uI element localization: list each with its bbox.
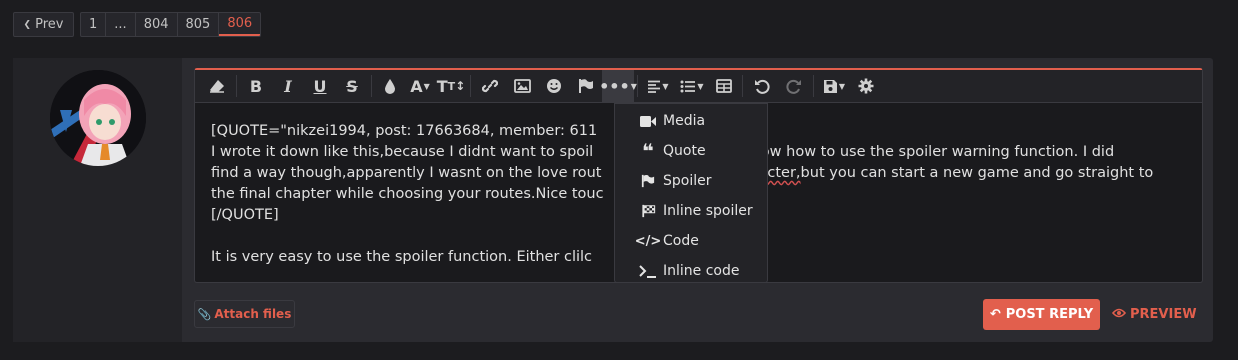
page-link-current[interactable]: 806	[219, 13, 261, 36]
font-family-icon[interactable]: A ▼	[405, 70, 435, 103]
page-numbers: 1 ... 804 805 806	[80, 12, 262, 37]
more-icon[interactable]: ••• ▼	[599, 69, 637, 103]
page-ellipsis[interactable]: ...	[106, 13, 136, 36]
toolbar-divider	[236, 75, 237, 97]
menu-item-inline-code[interactable]: Inline code	[615, 256, 767, 286]
video-icon	[639, 115, 657, 127]
link-icon[interactable]	[474, 70, 506, 103]
menu-item-inline-spoiler[interactable]: Inline spoiler	[615, 196, 767, 226]
code-icon: </>	[634, 233, 662, 249]
attach-files-button[interactable]: 📎 Attach files	[194, 300, 295, 328]
menu-item-spoiler[interactable]: Spoiler	[615, 166, 767, 196]
menu-item-media[interactable]: Media	[615, 106, 767, 136]
toolbar-divider	[371, 75, 372, 97]
italic-icon[interactable]: I	[272, 70, 304, 103]
toolbar-divider	[470, 75, 471, 97]
chevron-left-icon: ❮	[23, 19, 32, 30]
eye-icon	[1111, 307, 1127, 322]
settings-icon[interactable]	[851, 70, 881, 103]
menu-item-quote[interactable]: ❝ Quote	[615, 136, 767, 166]
checkered-flag-icon	[639, 204, 657, 218]
attach-label: Attach files	[214, 307, 292, 321]
table-icon[interactable]	[709, 70, 739, 103]
quote-icon: ❝	[642, 139, 654, 163]
preview-label: PREVIEW	[1130, 307, 1197, 322]
flag-icon[interactable]	[570, 70, 602, 103]
preview-button[interactable]: PREVIEW	[1111, 299, 1197, 330]
avatar[interactable]	[50, 70, 146, 166]
reply-icon: ↶	[989, 307, 1001, 322]
redo-icon[interactable]	[778, 70, 810, 103]
editor-toolbar: B I U S A ▼ T T ↕ ••• ▼ ▼ ▼ ▼	[195, 69, 1202, 103]
page-link-805[interactable]: 805	[178, 13, 220, 36]
menu-item-code[interactable]: </> Code	[615, 226, 767, 256]
bold-icon[interactable]: B	[240, 70, 272, 103]
color-icon[interactable]	[375, 70, 405, 103]
save-icon[interactable]: ▼	[817, 70, 851, 103]
underline-icon[interactable]: U	[304, 70, 336, 103]
post-reply-label: POST REPLY	[1005, 307, 1094, 322]
undo-icon[interactable]	[746, 70, 778, 103]
flag-icon	[639, 174, 657, 188]
toolbar-divider	[742, 75, 743, 97]
paperclip-icon: 📎	[197, 307, 212, 321]
list-icon[interactable]: ▼	[675, 70, 709, 103]
strikethrough-icon[interactable]: S	[336, 70, 368, 103]
insert-dropdown-menu: Media ❝ Quote Spoiler Inline spoiler </>…	[614, 103, 768, 283]
font-size-icon[interactable]: T T ↕	[435, 70, 467, 103]
pagination: ❮ Prev 1 ... 804 805 806	[13, 12, 262, 37]
reply-panel: B I U S A ▼ T T ↕ ••• ▼ ▼ ▼ ▼ [QUOTE="ni…	[13, 58, 1213, 342]
toolbar-divider	[637, 75, 638, 97]
user-column	[13, 58, 182, 342]
align-icon[interactable]: ▼	[641, 70, 675, 103]
prev-page-button[interactable]: ❮ Prev	[13, 12, 74, 37]
page-link-1[interactable]: 1	[81, 13, 107, 36]
smiley-icon[interactable]	[538, 70, 570, 103]
toolbar-divider	[813, 75, 814, 97]
post-reply-button[interactable]: ↶ POST REPLY	[983, 299, 1100, 330]
eraser-icon[interactable]	[201, 70, 233, 103]
page-link-804[interactable]: 804	[136, 13, 178, 36]
image-icon[interactable]	[506, 70, 538, 103]
prev-label: Prev	[35, 17, 64, 32]
terminal-icon	[639, 264, 657, 278]
